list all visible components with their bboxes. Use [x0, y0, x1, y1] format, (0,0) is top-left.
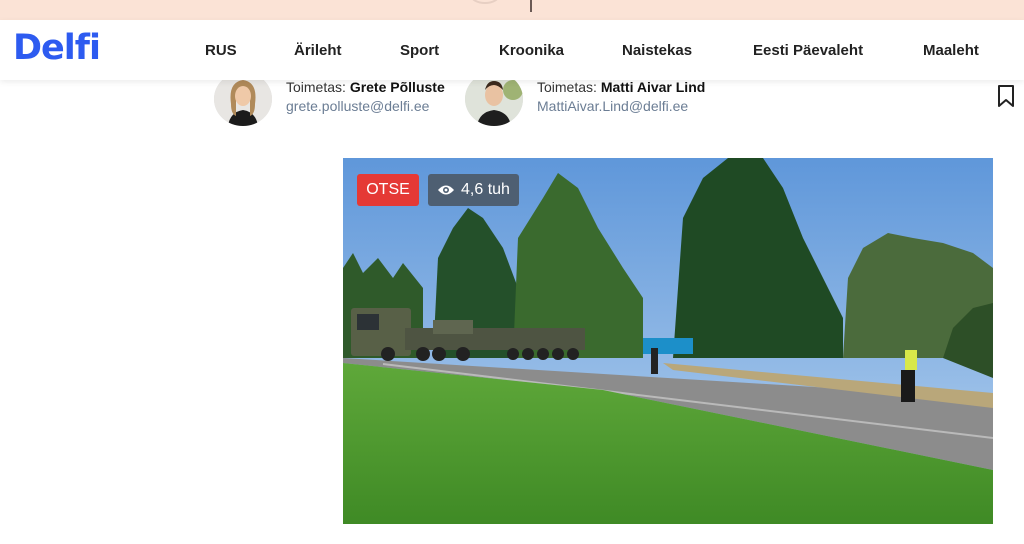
ad-divider	[530, 0, 532, 12]
ad-banner-strip[interactable]	[0, 0, 1024, 20]
views-count: 4,6 tuh	[461, 181, 510, 198]
nav-item-eesti-paevaleht[interactable]: Eesti Päevaleht	[753, 42, 863, 59]
nav-item-sport[interactable]: Sport	[400, 42, 439, 59]
live-badge: OTSE	[357, 174, 419, 206]
author-card: Toimetas: Grete Põlluste grete.polluste@…	[214, 72, 474, 128]
nav-item-kroonika[interactable]: Kroonika	[499, 42, 564, 59]
author-avatar[interactable]	[465, 72, 523, 126]
author-meta: Toimetas: Matti Aivar Lind MattiAivar.Li…	[537, 79, 705, 114]
views-badge: 4,6 tuh	[428, 174, 519, 206]
author-meta: Toimetas: Grete Põlluste grete.polluste@…	[286, 79, 445, 114]
nav-item-maaleht[interactable]: Maaleht	[923, 42, 979, 59]
video-frame	[343, 158, 993, 524]
live-video-player[interactable]: OTSE 4,6 tuh	[343, 158, 993, 524]
site-header: Delfi RUS Ärileht Sport Kroonika Naistek…	[0, 20, 1024, 80]
author-email[interactable]: MattiAivar.Lind@delfi.ee	[537, 98, 705, 114]
ad-graphic	[470, 0, 500, 4]
author-name[interactable]: Grete Põlluste	[350, 79, 445, 95]
nav-item-rus[interactable]: RUS	[205, 42, 237, 59]
author-role-label: Toimetas:	[537, 79, 597, 95]
author-avatar[interactable]	[214, 72, 272, 126]
author-name[interactable]: Matti Aivar Lind	[601, 79, 706, 95]
eye-icon	[438, 185, 454, 195]
nav-item-arileht[interactable]: Ärileht	[294, 42, 342, 59]
author-role-label: Toimetas:	[286, 79, 346, 95]
bookmark-button[interactable]	[996, 84, 1016, 108]
author-card: Toimetas: Matti Aivar Lind MattiAivar.Li…	[465, 72, 725, 128]
bookmark-icon	[998, 85, 1014, 107]
author-email[interactable]: grete.polluste@delfi.ee	[286, 98, 445, 114]
main-nav: RUS Ärileht Sport Kroonika Naistekas Ees…	[0, 42, 1024, 62]
nav-item-naistekas[interactable]: Naistekas	[622, 42, 692, 59]
